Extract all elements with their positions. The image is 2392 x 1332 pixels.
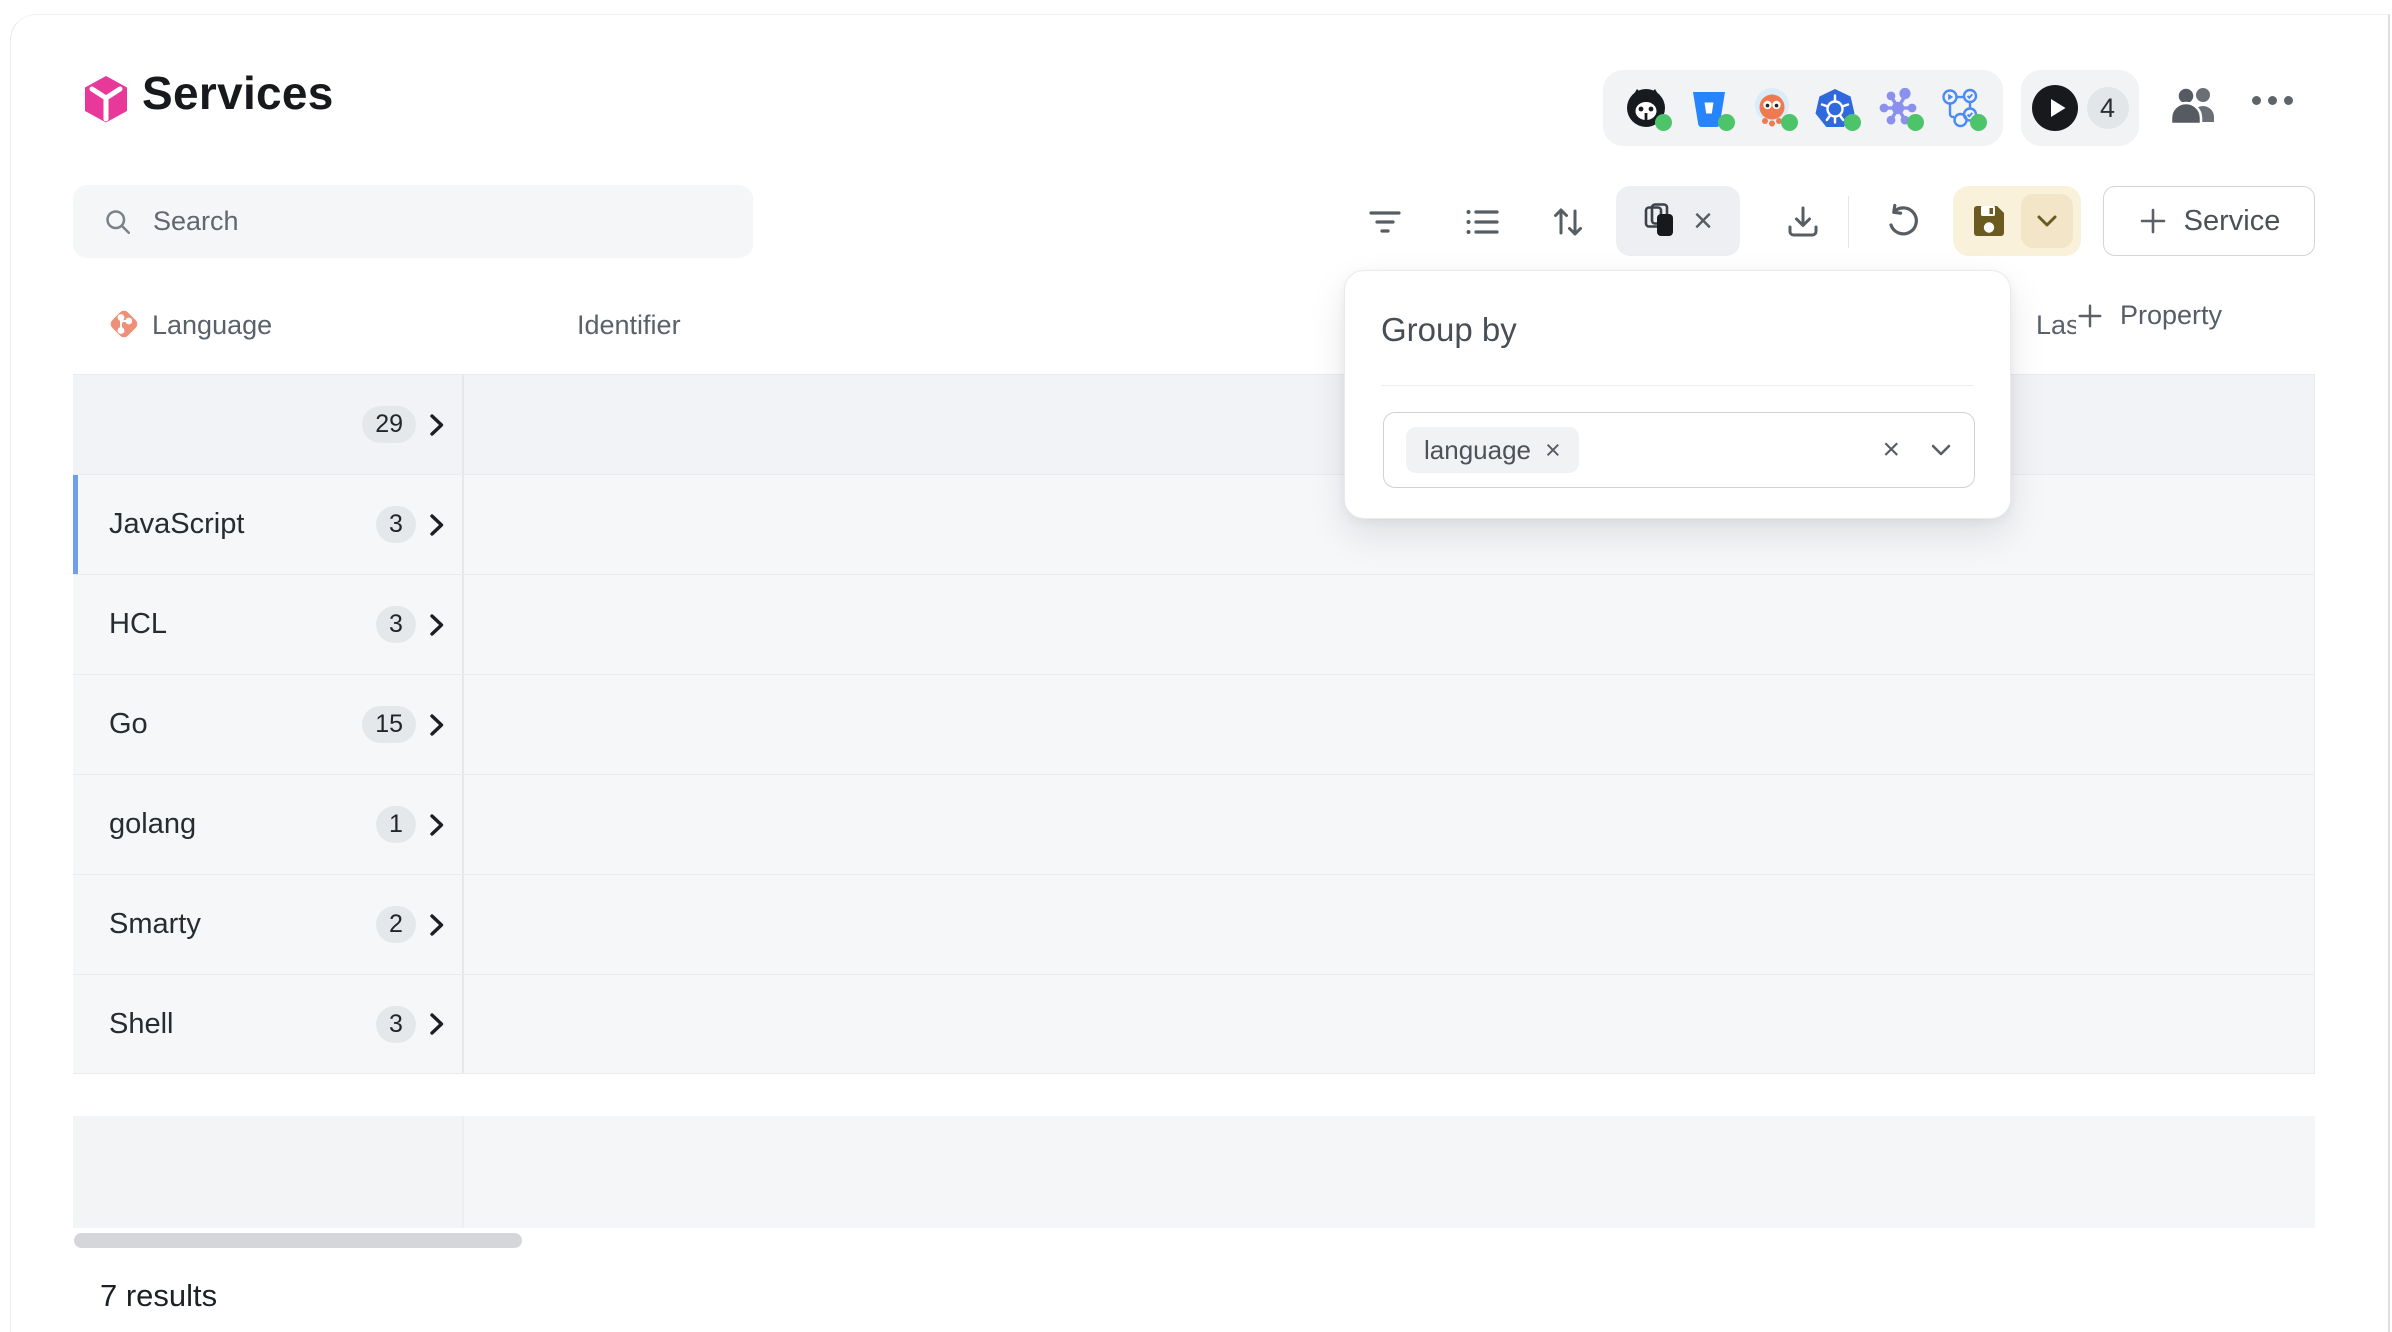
list-view-button[interactable]: [1456, 196, 1508, 248]
search-input[interactable]: [153, 206, 653, 237]
group-count-badge: 15: [362, 706, 416, 743]
cluster-icon[interactable]: [1875, 85, 1921, 131]
status-dot: [1907, 114, 1924, 131]
ellipsis-icon: [2252, 96, 2293, 105]
runs-count-badge: 4: [2087, 87, 2129, 129]
undo-icon: [1884, 203, 1922, 241]
team-button[interactable]: [2165, 80, 2225, 132]
group-by-select[interactable]: language × ×: [1383, 412, 1975, 488]
column-header-language[interactable]: Language: [152, 310, 272, 341]
column-header-identifier[interactable]: Identifier: [577, 310, 681, 341]
chip-label: language: [1424, 435, 1531, 466]
remove-chip-icon[interactable]: ×: [1545, 437, 1561, 464]
save-view-button[interactable]: [1953, 186, 2081, 256]
group-by-panel: Group by language × ×: [1344, 270, 2011, 519]
filter-button[interactable]: [1359, 196, 1411, 248]
bitbucket-icon[interactable]: [1686, 85, 1732, 131]
list-icon: [1464, 204, 1500, 240]
add-property-button[interactable]: Property: [2076, 300, 2222, 331]
chevron-right-icon[interactable]: [429, 613, 445, 637]
table-row-group-shell[interactable]: Shell 3: [73, 974, 2315, 1074]
group-count-badge: 3: [376, 506, 416, 543]
table-row-group-smarty[interactable]: Smarty 2: [73, 874, 2315, 974]
sort-button[interactable]: [1542, 196, 1594, 248]
results-count: 7 results: [100, 1278, 217, 1314]
chevron-right-icon[interactable]: [429, 813, 445, 837]
group-count-badge: 3: [376, 606, 416, 643]
table-row-group-go[interactable]: Go 15: [73, 674, 2315, 774]
kubernetes-icon[interactable]: [1812, 85, 1858, 131]
argocd-icon[interactable]: [1749, 85, 1795, 131]
group-count-badge: 3: [376, 1006, 416, 1043]
status-dot: [1844, 114, 1861, 131]
add-property-label: Property: [2120, 300, 2222, 331]
save-icon: [1971, 203, 2007, 239]
chevron-right-icon[interactable]: [429, 913, 445, 937]
group-by-panel-title: Group by: [1381, 311, 1517, 349]
group-by-button-active[interactable]: ×: [1616, 186, 1740, 256]
group-count-badge: 2: [376, 906, 416, 943]
chevron-down-icon[interactable]: [1930, 443, 1952, 457]
reset-button[interactable]: [1877, 196, 1929, 248]
plus-icon: [2138, 206, 2168, 236]
add-service-label: Service: [2184, 205, 2281, 238]
filter-icon: [1367, 204, 1403, 240]
group-count-badge: 1: [376, 806, 416, 843]
status-dot: [1718, 114, 1735, 131]
runs-button[interactable]: 4: [2021, 70, 2139, 146]
panel-divider: [1381, 385, 1974, 386]
github-icon[interactable]: [1623, 85, 1669, 131]
app-logo-cube-icon: [82, 74, 130, 129]
status-dot: [1781, 114, 1798, 131]
clear-select-icon[interactable]: ×: [1882, 435, 1900, 465]
integrations-group: [1603, 70, 2003, 146]
clear-group-by-icon[interactable]: ×: [1693, 204, 1713, 238]
download-button[interactable]: [1777, 196, 1829, 248]
add-service-button[interactable]: Service: [2103, 186, 2315, 256]
play-icon: [2032, 85, 2078, 131]
git-icon: [108, 308, 140, 345]
more-options-button[interactable]: [2252, 96, 2293, 105]
table-footer-strip: [73, 1116, 2315, 1228]
team-icon: [2167, 82, 2223, 130]
status-dot: [1970, 114, 1987, 131]
table-row-group-golang[interactable]: golang 1: [73, 774, 2315, 874]
chevron-right-icon[interactable]: [429, 513, 445, 537]
chevron-down-icon: [2036, 214, 2058, 228]
group-count-badge: 29: [362, 406, 416, 443]
toolbar-divider: [1848, 196, 1849, 248]
sort-icon: [1549, 203, 1587, 241]
group-by-icon: [1643, 203, 1679, 239]
horizontal-scrollbar[interactable]: [74, 1233, 522, 1248]
plus-icon: [2076, 302, 2104, 330]
chevron-right-icon[interactable]: [429, 413, 445, 437]
table-row-group-hcl[interactable]: HCL 3: [73, 574, 2315, 674]
pipeline-icon[interactable]: [1938, 85, 1984, 131]
chevron-right-icon[interactable]: [429, 713, 445, 737]
page-title: Services: [142, 66, 334, 120]
group-by-chip-language[interactable]: language ×: [1406, 427, 1579, 473]
column-header-last-truncated[interactable]: Las: [2036, 310, 2076, 341]
save-dropdown-button[interactable]: [2021, 194, 2073, 248]
search-icon: [103, 207, 133, 237]
status-dot: [1655, 114, 1672, 131]
chevron-right-icon[interactable]: [429, 1012, 445, 1036]
search-bar[interactable]: [73, 185, 753, 258]
download-icon: [1785, 204, 1821, 240]
